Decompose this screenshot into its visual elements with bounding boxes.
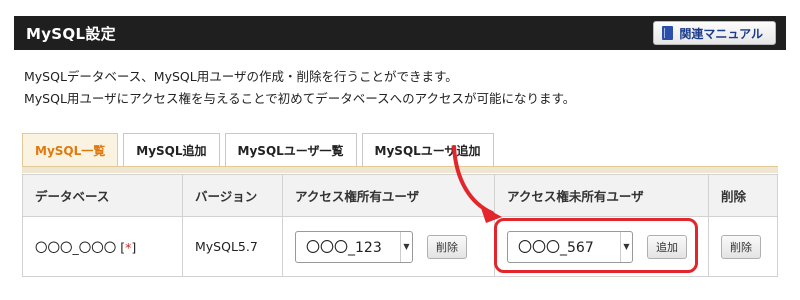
version-cell: MySQL5.7 <box>182 216 283 277</box>
database-cell: 〇〇〇_〇〇〇 [*] <box>22 216 183 277</box>
owner-user-cell: 〇〇〇_123 ▼ 削除 <box>282 216 495 277</box>
mysql-table: データベース バージョン アクセス権所有ユーザ アクセス権未所有ユーザ 削除 〇… <box>22 174 778 277</box>
delete-cell: 削除 <box>708 216 778 277</box>
book-icon <box>662 26 674 40</box>
description: MySQLデータベース、MySQL用ユーザの作成・削除を行うことができます。 M… <box>24 66 575 110</box>
nonowner-user-value: 〇〇〇_567 <box>518 239 594 256</box>
owner-user-value: 〇〇〇_123 <box>306 239 382 256</box>
header-nonowner-user: アクセス権未所有ユーザ <box>494 174 709 217</box>
description-line-1: MySQLデータベース、MySQL用ユーザの作成・削除を行うことができます。 <box>24 69 458 84</box>
header-delete: 削除 <box>708 174 778 217</box>
tab-mysql-user-add[interactable]: MySQLユーザ追加 <box>361 133 494 166</box>
owner-user-select[interactable]: 〇〇〇_123 ▼ <box>295 230 413 263</box>
chevron-down-icon: ▼ <box>620 231 632 262</box>
chevron-down-icon: ▼ <box>400 231 412 262</box>
table-header-row: データベース バージョン アクセス権所有ユーザ アクセス権未所有ユーザ 削除 <box>22 174 778 217</box>
description-line-2: MySQL用ユーザにアクセス権を与えることで初めてデータベースへのアクセスが可能… <box>24 91 576 106</box>
delete-database-button[interactable]: 削除 <box>721 234 761 259</box>
header-database: データベース <box>22 174 183 217</box>
table-row: 〇〇〇_〇〇〇 [*] MySQL5.7 〇〇〇_123 ▼ 削除 〇〇〇_56… <box>22 216 778 277</box>
database-name: 〇〇〇_〇〇〇 <box>35 240 117 255</box>
remove-access-button[interactable]: 削除 <box>427 234 467 259</box>
related-manual-label: 関連マニュアル <box>679 26 763 41</box>
tab-mysql-user-list[interactable]: MySQLユーザ一覧 <box>224 133 357 166</box>
tab-underline <box>22 166 778 173</box>
header-owner-user: アクセス権所有ユーザ <box>282 174 495 217</box>
page-header: MySQL設定 関連マニュアル <box>14 16 786 50</box>
tab-bar: MySQL一覧 MySQL追加 MySQLユーザ一覧 MySQLユーザ追加 <box>22 133 494 167</box>
tab-mysql-add[interactable]: MySQL追加 <box>123 133 220 166</box>
header-version: バージョン <box>182 174 283 217</box>
nonowner-user-cell: 〇〇〇_567 ▼ 追加 <box>494 216 709 277</box>
related-manual-button[interactable]: 関連マニュアル <box>653 21 776 45</box>
page-title: MySQL設定 <box>26 24 116 43</box>
tab-mysql-list[interactable]: MySQL一覧 <box>22 133 119 167</box>
nonowner-user-select[interactable]: 〇〇〇_567 ▼ <box>507 230 633 263</box>
add-access-button[interactable]: 追加 <box>647 234 687 259</box>
